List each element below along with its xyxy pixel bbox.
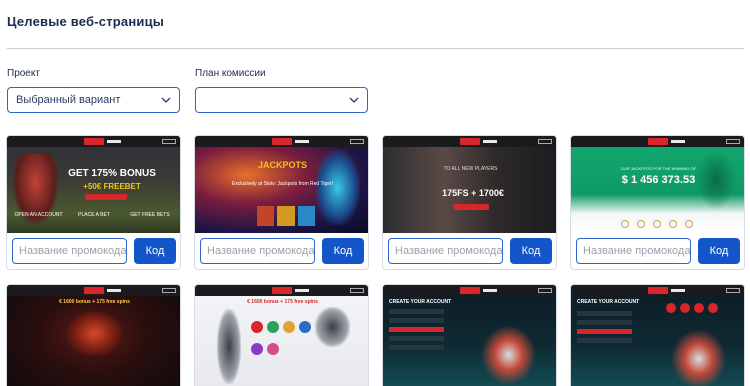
page-title: Целевые веб-страницы xyxy=(7,14,165,29)
landing-card: JACKPOTS Exclusively at Slotv: Jackpots … xyxy=(194,135,369,270)
project-label: Проект xyxy=(7,68,40,79)
landing-preview-image[interactable]: € 1600 bonus + 175 free spins xyxy=(195,285,368,386)
card-headline: € 1600 bonus + 175 free spins xyxy=(59,299,130,305)
landing-card: OUR JACKPOTS FOR THE WINNING OF $ 1 456 … xyxy=(570,135,745,270)
card-headline: $ 1 456 373.53 xyxy=(621,174,696,186)
chevron-down-icon xyxy=(161,97,171,103)
chevron-down-icon xyxy=(349,97,359,103)
promo-code-input[interactable]: Название промокода xyxy=(200,238,315,264)
landing-card: TO ALL NEW PLAYERS 175FS + 1700€ Названи… xyxy=(382,135,557,270)
landing-card: CREATE YOUR ACCOUNT xyxy=(570,284,745,386)
promo-code-input[interactable]: Название промокода xyxy=(12,238,127,264)
card-step: OPEN AN ACCOUNT xyxy=(14,212,63,218)
card-headline: 175FS + 1700€ xyxy=(442,188,504,198)
code-button[interactable]: Код xyxy=(134,238,176,264)
card-headline: CREATE YOUR ACCOUNT xyxy=(577,299,640,305)
landing-card: € 1600 bonus + 175 free spins xyxy=(6,284,181,386)
code-button[interactable]: Код xyxy=(698,238,740,264)
landing-preview-image[interactable]: OUR JACKPOTS FOR THE WINNING OF $ 1 456 … xyxy=(571,136,744,233)
landing-preview-image[interactable]: CREATE YOUR ACCOUNT xyxy=(383,285,556,386)
project-select[interactable]: Выбранный вариант xyxy=(7,87,180,113)
header-divider xyxy=(7,48,744,49)
card-headline: GET 175% BONUS xyxy=(68,168,156,179)
landing-card: GET 175% BONUS +50€ FREEBET OPEN AN ACCO… xyxy=(6,135,181,270)
card-headline: CREATE YOUR ACCOUNT xyxy=(389,299,452,305)
landing-preview-image[interactable]: € 1600 bonus + 175 free spins xyxy=(7,285,180,386)
card-headline: JACKPOTS xyxy=(257,160,307,170)
promo-code-input[interactable]: Название промокода xyxy=(576,238,691,264)
landing-preview-image[interactable]: JACKPOTS Exclusively at Slotv: Jackpots … xyxy=(195,136,368,233)
landing-preview-image[interactable]: CREATE YOUR ACCOUNT xyxy=(571,285,744,386)
commission-label: План комиссии xyxy=(195,68,266,79)
landing-card: CREATE YOUR ACCOUNT xyxy=(382,284,557,386)
card-headline: € 1600 bonus + 175 free spins xyxy=(247,299,318,305)
promo-code-input[interactable]: Название промокода xyxy=(388,238,503,264)
commission-select[interactable] xyxy=(195,87,368,113)
card-subline: +50€ FREEBET xyxy=(83,182,141,191)
landing-preview-image[interactable]: GET 175% BONUS +50€ FREEBET OPEN AN ACCO… xyxy=(7,136,180,233)
card-step: PLACE A BET xyxy=(78,212,110,218)
card-subline: Exclusively at Slotv: Jackpots from Red … xyxy=(231,181,334,187)
landing-card: € 1600 bonus + 175 free spins xyxy=(194,284,369,386)
card-subline: OUR JACKPOTS FOR THE WINNING OF xyxy=(620,166,697,171)
code-button[interactable]: Код xyxy=(322,238,364,264)
landing-preview-image[interactable]: TO ALL NEW PLAYERS 175FS + 1700€ xyxy=(383,136,556,233)
code-button[interactable]: Код xyxy=(510,238,552,264)
card-step: GET FREE BETS xyxy=(130,212,170,218)
card-subline: TO ALL NEW PLAYERS xyxy=(443,166,498,172)
project-select-value: Выбранный вариант xyxy=(16,94,121,106)
